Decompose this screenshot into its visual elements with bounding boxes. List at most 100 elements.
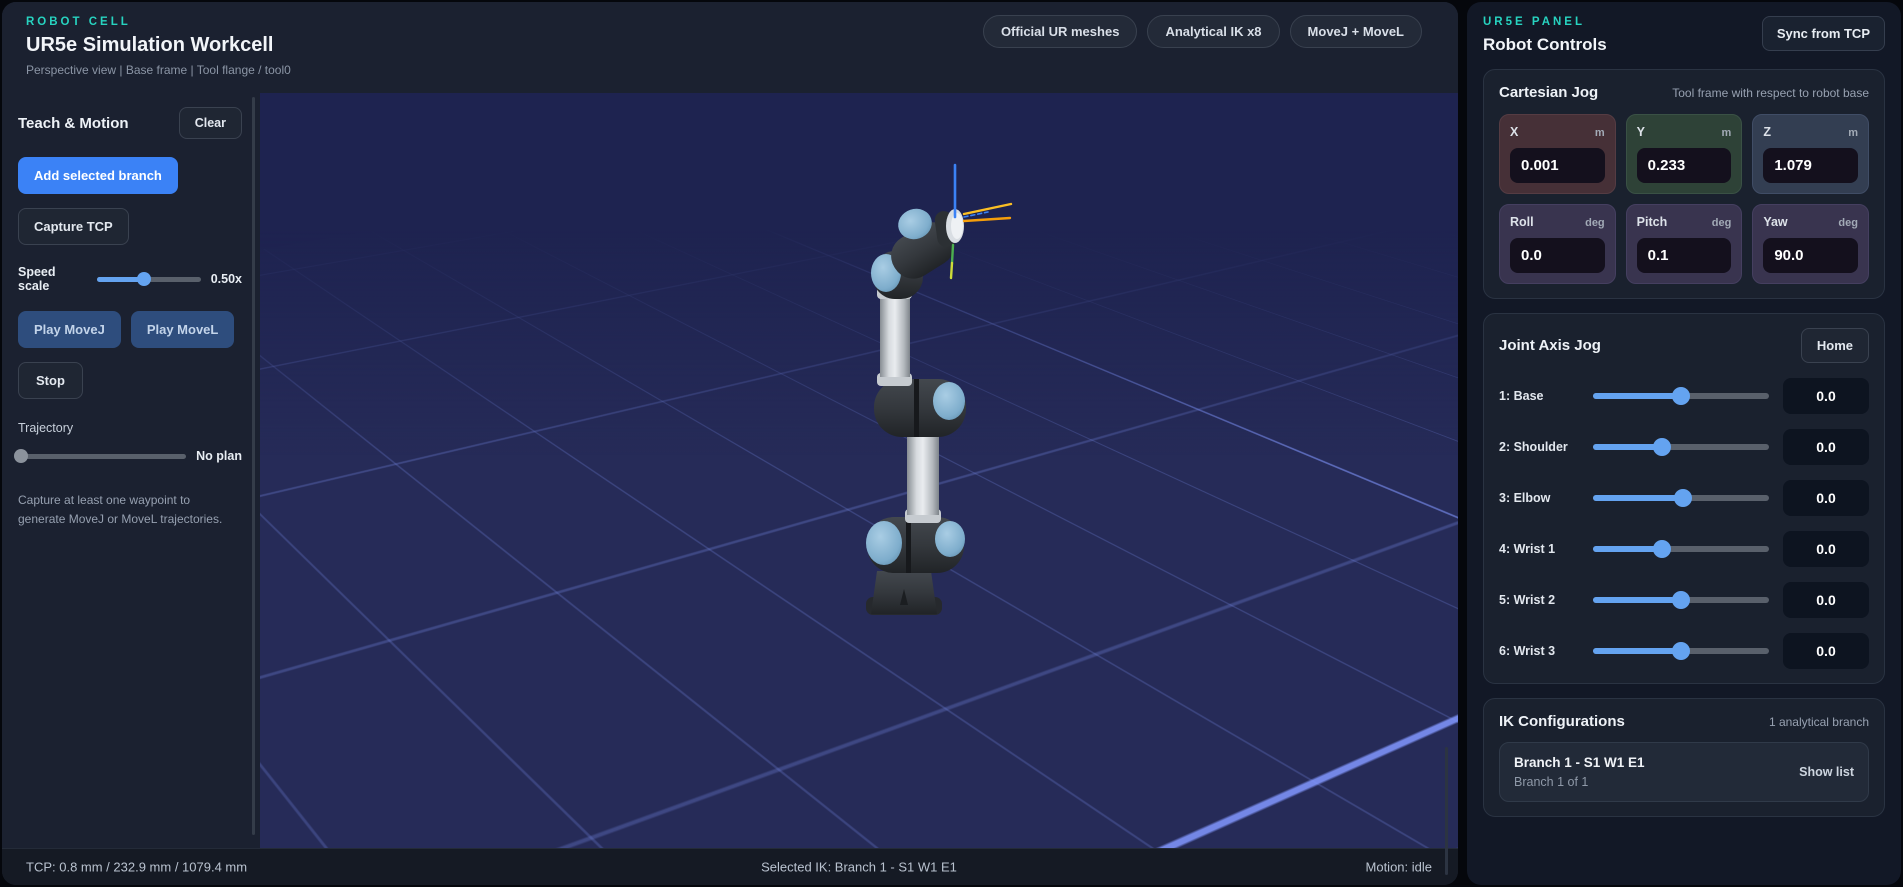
ur5e-robot-model [866,163,1013,615]
joint-value-wrist2[interactable]: 0.0 [1783,582,1869,618]
main-window: ROBOT CELL UR5e Simulation Workcell Pers… [2,2,1458,885]
official-ur-meshes-button[interactable]: Official UR meshes [982,15,1138,48]
main-scrollbar[interactable] [1445,747,1448,875]
joint-slider-wrist1[interactable] [1593,540,1769,558]
cartesian-frame-note: Tool frame with respect to robot base [1672,86,1869,100]
ik-branch-item[interactable]: Branch 1 - S1 W1 E1 Branch 1 of 1 Show l… [1499,742,1869,802]
joint-value-wrist1[interactable]: 0.0 [1783,531,1869,567]
pitch-value-input[interactable]: 0.1 [1636,238,1732,273]
joint-thumb[interactable] [1672,387,1690,405]
robot-base [866,571,942,615]
robot-elbow [874,379,966,437]
speed-scale-label: Speed scale [18,265,56,293]
joint-slider-shoulder[interactable] [1593,438,1769,456]
joint-thumb[interactable] [1652,438,1671,456]
field-unit: deg [1711,217,1732,229]
joint-slider-elbow[interactable] [1593,489,1769,507]
status-bar: TCP: 0.8 mm / 232.9 mm / 1079.4 mm Selec… [2,848,1458,885]
field-label: Yaw [1763,215,1788,229]
joint-row-wrist2: 5: Wrist 2 0.0 [1499,582,1869,618]
tcp-status: TCP: 0.8 mm / 232.9 mm / 1079.4 mm [26,859,248,875]
add-selected-branch-button[interactable]: Add selected branch [18,157,178,194]
viewport-3d[interactable] [260,93,1458,848]
joint-axis-jog-card: Joint Axis Jog Home 1: Base 0.0 2: Shoul… [1483,313,1885,684]
y-value-input[interactable]: 0.233 [1636,148,1732,183]
joint-row-base: 1: Base 0.0 [1499,378,1869,414]
joint-row-shoulder: 2: Shoulder 0.0 [1499,429,1869,465]
field-unit: deg [1838,217,1858,229]
cartesian-field-yaw: Yaw deg 90.0 [1752,204,1869,284]
speed-scale-thumb[interactable] [136,272,151,286]
movej-movel-button[interactable]: MoveJ + MoveL [1289,15,1422,48]
cartesian-field-y: Ym 0.233 [1625,114,1743,194]
joint-thumb[interactable] [1672,591,1690,609]
joint-jog-title: Joint Axis Jog [1499,337,1601,354]
robot-wrist [871,208,964,299]
yaw-value-input[interactable]: 90.0 [1763,238,1858,273]
field-label: Roll [1510,215,1534,229]
joint-slider-base[interactable] [1593,387,1769,405]
z-value-input[interactable]: 1.079 [1763,148,1858,183]
cartesian-jog-card: Cartesian Jog Tool frame with respect to… [1483,69,1885,299]
cartesian-field-roll: Roll deg 0.0 [1499,204,1616,284]
teach-motion-panel: Teach & Motion Clear Add selected branch… [2,93,258,848]
joint-row-wrist1: 4: Wrist 1 0.0 [1499,531,1869,567]
clear-button[interactable]: Clear [178,107,242,139]
field-unit: deg [1585,217,1605,229]
cartesian-field-x: Xm 0.001 [1499,114,1616,194]
ik-branch-title: Branch 1 - S1 W1 E1 [1514,755,1645,770]
ik-branch-count: 1 analytical branch [1768,715,1869,729]
joint-value-wrist3[interactable]: 0.0 [1783,633,1869,669]
joint-thumb[interactable] [1672,642,1690,660]
joint-value-shoulder[interactable]: 0.0 [1783,429,1869,465]
field-label: Pitch [1636,215,1668,229]
home-button[interactable]: Home [1800,328,1869,363]
sync-from-tcp-button[interactable]: Sync from TCP [1761,16,1885,51]
selected-ik-status: Selected IK: Branch 1 - S1 W1 E1 [761,859,957,875]
ik-branch-subtitle: Branch 1 of 1 [1514,775,1589,789]
capture-tcp-button[interactable]: Capture TCP [18,208,129,245]
teach-motion-title: Teach & Motion [18,114,129,132]
trajectory-slider[interactable] [14,447,187,465]
speed-scale-slider[interactable] [97,270,201,288]
x-value-input[interactable]: 0.001 [1510,148,1605,183]
joint-slider-wrist2[interactable] [1593,591,1769,609]
stop-button[interactable]: Stop [18,362,83,399]
analytical-ik-button[interactable]: Analytical IK x8 [1147,15,1280,48]
joint-label: 4: Wrist 1 [1499,542,1556,556]
joint-label: 1: Base [1499,389,1544,403]
field-label: Y [1636,125,1645,139]
joint-value-elbow[interactable]: 0.0 [1783,480,1869,516]
trajectory-status: No plan [196,449,242,463]
joint-label: 6: Wrist 3 [1499,644,1556,658]
ik-title: IK Configurations [1499,713,1625,730]
trajectory-thumb[interactable] [14,449,29,463]
joint-slider-wrist3[interactable] [1593,642,1769,660]
motion-status: Motion: idle [1365,859,1432,875]
show-list-button[interactable]: Show list [1799,765,1854,779]
joint-label: 5: Wrist 2 [1499,593,1556,607]
robot-shoulder [866,517,965,573]
field-label: Z [1763,125,1771,139]
robot-upper-arm [877,287,912,386]
cartesian-jog-title: Cartesian Jog [1499,84,1599,101]
view-subtitle: Perspective view | Base frame | Tool fla… [26,63,291,77]
joint-thumb[interactable] [1673,489,1692,507]
sidebar-scrollbar[interactable] [252,97,255,835]
robot-lower-arm [905,423,941,523]
robot-controls-panel: UR5E PANEL Robot Controls Sync from TCP … [1467,2,1901,885]
joint-label: 3: Elbow [1499,491,1551,505]
ik-configurations-card: IK Configurations 1 analytical branch Br… [1483,698,1885,817]
header-toggle-group: Official UR meshes Analytical IK x8 Move… [982,15,1422,48]
play-movej-button[interactable]: Play MoveJ [18,311,121,348]
field-unit: m [1594,127,1605,139]
joint-value-base[interactable]: 0.0 [1783,378,1869,414]
trajectory-hint: Capture at least one waypoint to generat… [18,493,223,526]
play-movel-button[interactable]: Play MoveL [130,311,235,348]
joint-row-elbow: 3: Elbow 0.0 [1499,480,1869,516]
joint-thumb[interactable] [1652,540,1671,558]
roll-value-input[interactable]: 0.0 [1510,238,1605,273]
joint-label: 2: Shoulder [1499,440,1568,454]
speed-scale-value: 0.50x [210,272,242,286]
field-unit: m [1721,127,1732,139]
